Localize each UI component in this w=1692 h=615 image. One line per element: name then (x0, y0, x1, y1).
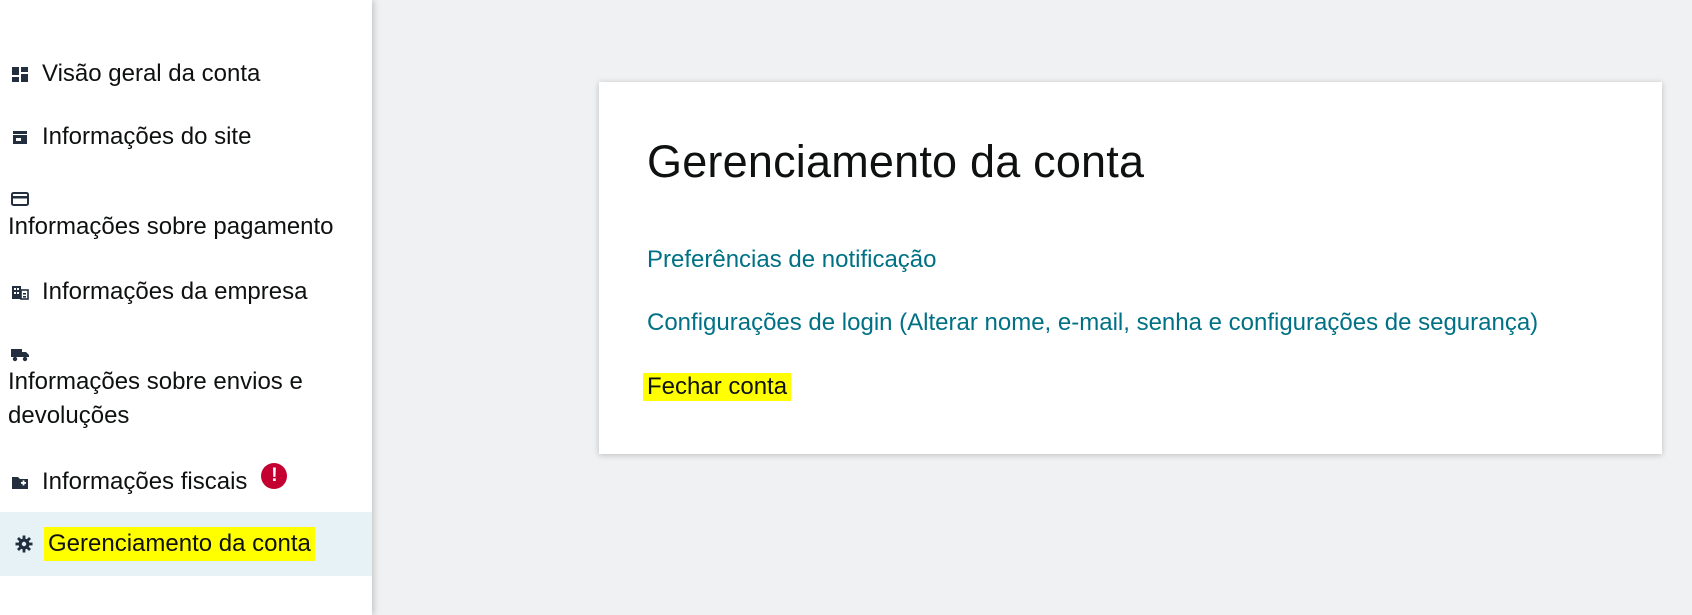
sidebar-item-site-info[interactable]: Informações do site (0, 116, 382, 158)
sidebar-item-shipping-returns[interactable]: Informações sobre envios e devoluções (0, 343, 380, 433)
sidebar-item-company-info[interactable]: Informações da empresa (0, 271, 382, 313)
page: Visão geral da conta Informações do site (0, 0, 1692, 615)
sidebar-item-label: Informações da empresa (42, 278, 308, 305)
sidebar-item-label: Informações fiscais (42, 468, 248, 495)
sidebar-nav: Visão geral da conta Informações do site (0, 0, 372, 615)
building-icon (10, 282, 30, 302)
credit-card-icon (10, 189, 30, 209)
sidebar-item-label: Informações sobre pagamento (8, 213, 334, 240)
login-settings-link[interactable]: Configurações de login (Alterar nome, e-… (647, 309, 1538, 337)
sidebar-item-label: Informações do site (42, 123, 252, 150)
gear-icon (14, 534, 34, 554)
storefront-icon (10, 127, 30, 147)
sidebar-item-account-management[interactable]: Gerenciamento da conta (0, 523, 386, 565)
notification-preferences-link[interactable]: Preferências de notificação (647, 246, 937, 274)
close-account-link[interactable]: Fechar conta (643, 373, 792, 401)
sidebar-item-tax-info[interactable]: Informações fiscais ! (0, 461, 382, 503)
dashboard-icon (10, 64, 30, 84)
alert-badge: ! (261, 463, 288, 489)
sidebar-item-label: Visão geral da conta (42, 60, 261, 87)
page-title: Gerenciamento da conta (647, 136, 1145, 187)
sidebar-item-payment-info[interactable]: Informações sobre pagamento (0, 188, 380, 244)
truck-icon (10, 344, 30, 364)
sidebar-item-account-overview[interactable]: Visão geral da conta (0, 53, 382, 95)
sidebar-item-label-line2: devoluções (8, 402, 130, 429)
folder-add-icon (10, 472, 30, 492)
account-management-card: Gerenciamento da conta Preferências de n… (599, 82, 1662, 454)
sidebar-item-label-line1: Informações sobre envios e (8, 368, 303, 395)
sidebar-item-label: Gerenciamento da conta (44, 527, 315, 561)
